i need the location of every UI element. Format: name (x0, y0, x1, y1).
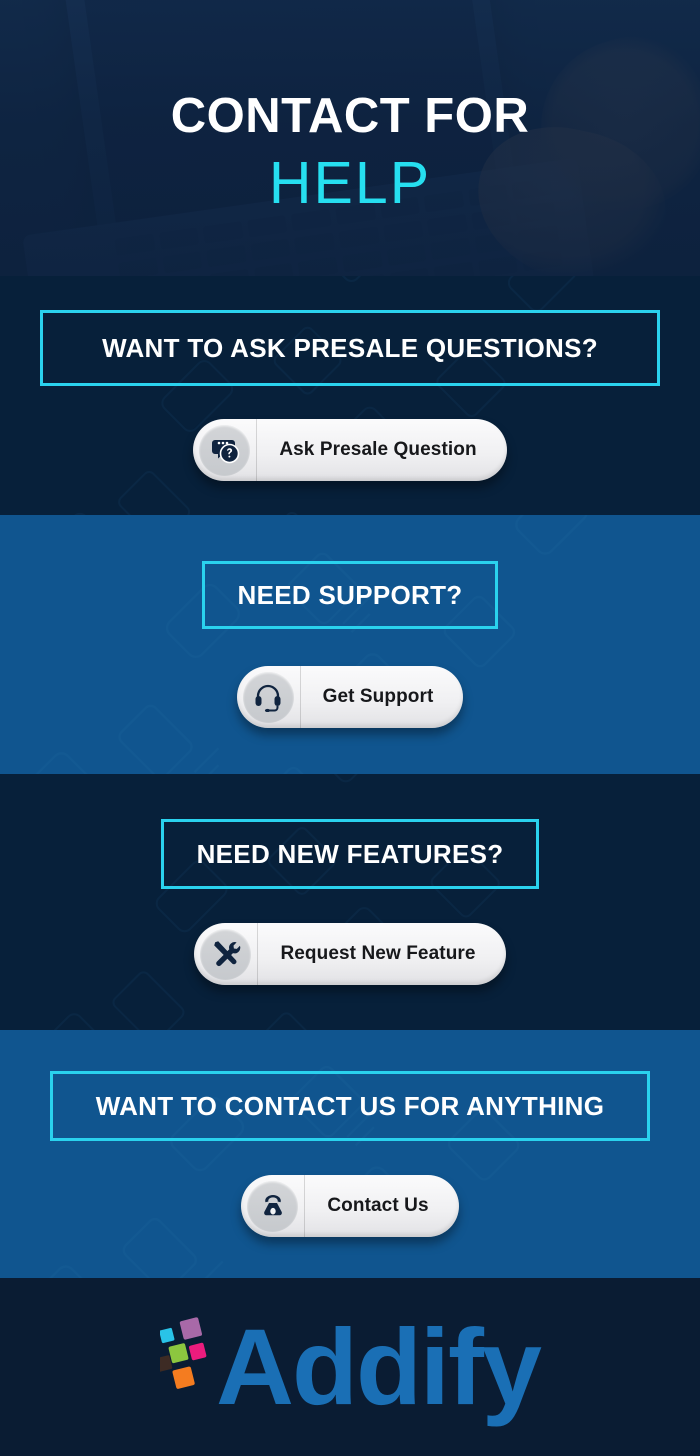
hero-title-accent: HELP (268, 149, 432, 216)
heading-text-presale: WANT TO ASK PRESALE QUESTIONS? (102, 332, 598, 363)
background-pattern-blue-contact (24, 1065, 520, 1278)
request-new-feature-button[interactable]: Request New Feature (194, 923, 506, 985)
button-label-support: Get Support (322, 686, 434, 707)
hero-title-primary: CONTACT FOR (170, 88, 530, 143)
section-contact: WANT TO CONTACT US FOR ANYTHING Contact … (0, 1030, 700, 1278)
tools-icon (200, 928, 252, 980)
button-label-presale: Ask Presale Question (279, 439, 477, 460)
hero-title-group: CONTACT FOR HELP (0, 0, 700, 276)
heading-box-support: NEED SUPPORT? (202, 561, 498, 629)
heading-text-contact: WANT TO CONTACT US FOR ANYTHING (95, 1090, 605, 1121)
infographic-page: CONTACT FOR HELP WANT TO ASK PRESALE QUE… (0, 0, 700, 1456)
chat-question-icon (199, 424, 251, 476)
headset-icon (242, 671, 294, 723)
addify-squares-mark (160, 1317, 207, 1389)
hero-banner: CONTACT FOR HELP (0, 0, 700, 276)
ask-presale-question-button[interactable]: Ask Presale Question (193, 419, 507, 481)
background-pattern-blue-support (20, 515, 588, 774)
button-label-features: Request New Feature (280, 943, 476, 964)
heading-box-presale: WANT TO ASK PRESALE QUESTIONS? (40, 310, 660, 386)
section-features: NEED NEW FEATURES? Request New Feature (0, 774, 700, 1030)
heading-box-contact: WANT TO CONTACT US FOR ANYTHING (50, 1071, 650, 1141)
contact-us-button[interactable]: Contact Us (241, 1175, 459, 1237)
telephone-icon (247, 1180, 299, 1232)
addify-wordmark: Addify (216, 1306, 542, 1427)
addify-logo: Addify (160, 1306, 542, 1427)
section-support: NEED SUPPORT? Get Support (0, 515, 700, 774)
heading-text-features: NEED NEW FEATURES? (196, 838, 504, 869)
get-support-button[interactable]: Get Support (236, 666, 464, 728)
section-presale: WANT TO ASK PRESALE QUESTIONS? Ask Presa… (0, 276, 700, 515)
heading-box-features: NEED NEW FEATURES? (161, 819, 539, 889)
heading-text-support: NEED SUPPORT? (237, 579, 463, 610)
footer: Addify (0, 1278, 700, 1456)
background-pattern-dark-features (35, 774, 500, 1030)
button-label-contact: Contact Us (327, 1195, 429, 1216)
